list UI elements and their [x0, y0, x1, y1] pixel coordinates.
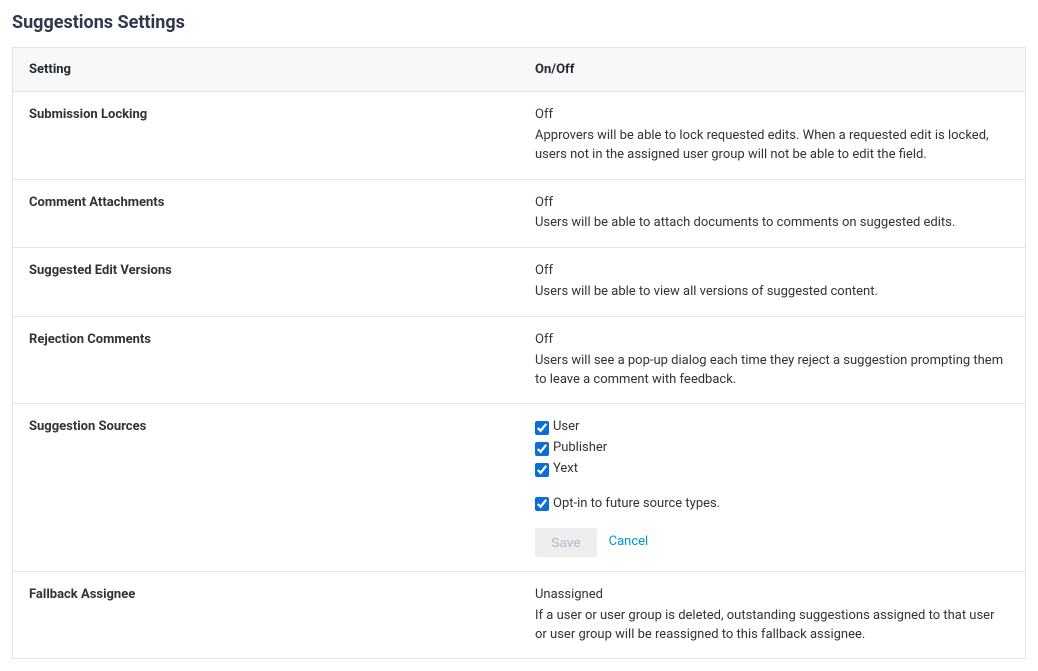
label-yext[interactable]: Yext — [553, 460, 578, 479]
label-optin[interactable]: Opt-in to future source types. — [553, 495, 720, 514]
checkbox-user[interactable] — [535, 421, 549, 435]
setting-value-fallback-assignee[interactable]: Unassigned If a user or user group is de… — [519, 571, 1026, 659]
desc-suggested-edit-versions: Users will be able to view all versions … — [535, 283, 1009, 302]
desc-fallback-assignee: If a user or user group is deleted, outs… — [535, 607, 1009, 645]
status-rejection-comments: Off — [535, 331, 1009, 350]
cancel-link[interactable]: Cancel — [609, 533, 649, 552]
row-suggested-edit-versions: Suggested Edit Versions Off Users will b… — [13, 248, 1026, 317]
setting-name-suggestion-sources: Suggestion Sources — [13, 404, 520, 571]
row-comment-attachments: Comment Attachments Off Users will be ab… — [13, 179, 1026, 248]
row-submission-locking: Submission Locking Off Approvers will be… — [13, 92, 1026, 180]
checkbox-optin[interactable] — [535, 497, 549, 511]
setting-value-submission-locking[interactable]: Off Approvers will be able to lock reque… — [519, 92, 1026, 180]
button-row-suggestion-sources: Save Cancel — [535, 528, 1009, 557]
label-publisher[interactable]: Publisher — [553, 439, 607, 458]
row-fallback-assignee: Fallback Assignee Unassigned If a user o… — [13, 571, 1026, 659]
setting-value-rejection-comments[interactable]: Off Users will see a pop-up dialog each … — [519, 316, 1026, 404]
checkbox-row-publisher: Publisher — [535, 439, 1009, 458]
setting-name-fallback-assignee: Fallback Assignee — [13, 571, 520, 659]
setting-value-suggestion-sources: User Publisher Yext Opt-in to future sou… — [519, 404, 1026, 571]
column-header-setting: Setting — [13, 48, 520, 92]
save-button[interactable]: Save — [535, 528, 597, 557]
column-header-onoff: On/Off — [519, 48, 1026, 92]
desc-submission-locking: Approvers will be able to lock requested… — [535, 127, 1009, 165]
setting-name-submission-locking: Submission Locking — [13, 92, 520, 180]
setting-value-comment-attachments[interactable]: Off Users will be able to attach documen… — [519, 179, 1026, 248]
checkbox-row-optin: Opt-in to future source types. — [535, 495, 1009, 514]
row-rejection-comments: Rejection Comments Off Users will see a … — [13, 316, 1026, 404]
status-comment-attachments: Off — [535, 194, 1009, 213]
row-suggestion-sources: Suggestion Sources User Publisher Yext O… — [13, 404, 1026, 571]
label-user[interactable]: User — [553, 418, 579, 437]
settings-table: Setting On/Off Submission Locking Off Ap… — [12, 47, 1026, 659]
setting-value-suggested-edit-versions[interactable]: Off Users will be able to view all versi… — [519, 248, 1026, 317]
checkbox-yext[interactable] — [535, 463, 549, 477]
desc-rejection-comments: Users will see a pop-up dialog each time… — [535, 352, 1009, 390]
setting-name-suggested-edit-versions: Suggested Edit Versions — [13, 248, 520, 317]
checkbox-publisher[interactable] — [535, 442, 549, 456]
page-title: Suggestions Settings — [12, 12, 1026, 33]
checkbox-row-user: User — [535, 418, 1009, 437]
table-header-row: Setting On/Off — [13, 48, 1026, 92]
setting-name-comment-attachments: Comment Attachments — [13, 179, 520, 248]
status-submission-locking: Off — [535, 106, 1009, 125]
desc-comment-attachments: Users will be able to attach documents t… — [535, 214, 1009, 233]
status-suggested-edit-versions: Off — [535, 262, 1009, 281]
checkbox-row-yext: Yext — [535, 460, 1009, 479]
setting-name-rejection-comments: Rejection Comments — [13, 316, 520, 404]
